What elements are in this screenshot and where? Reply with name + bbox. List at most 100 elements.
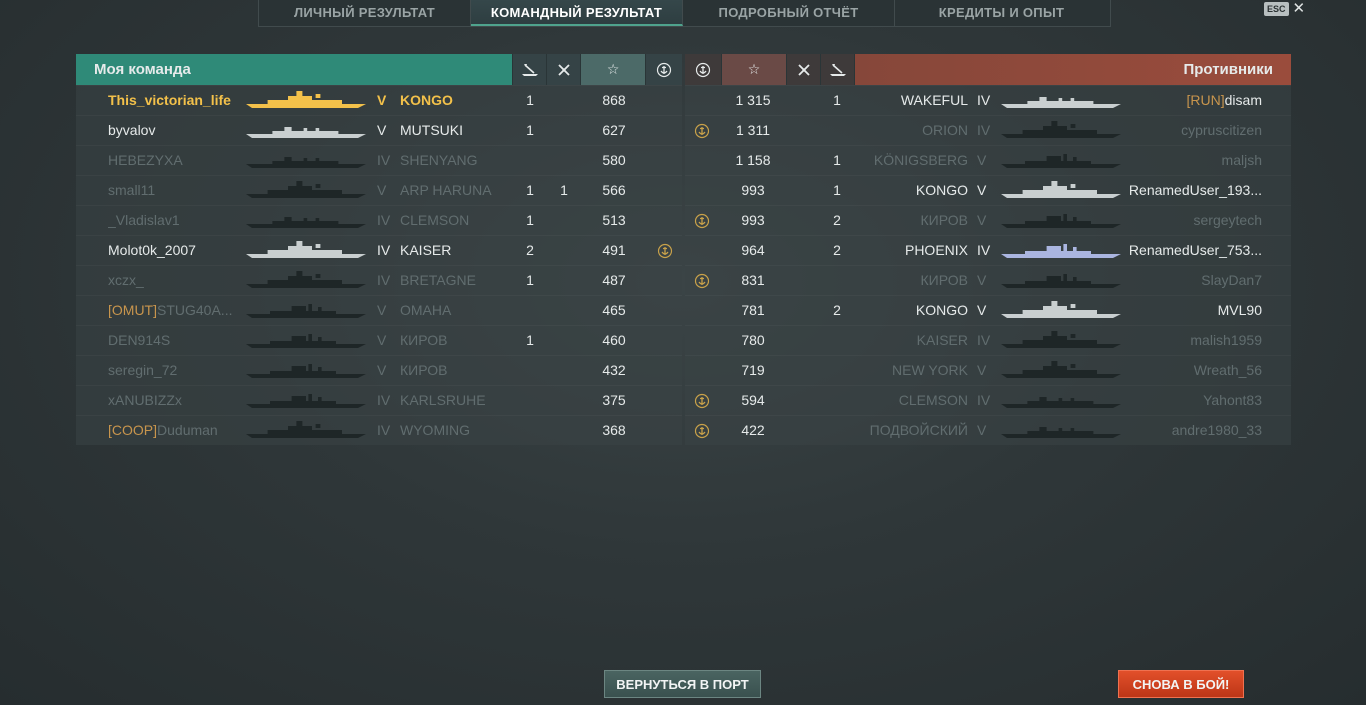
ship-tier: IV	[377, 392, 391, 408]
player-nickname: RenamedUser_753...	[1128, 242, 1262, 258]
player-nickname: xczx_	[108, 272, 144, 288]
player-name: RenamedUser_753...	[1129, 236, 1262, 265]
star-icon[interactable]: ☆	[722, 54, 787, 85]
plane-kills: 1	[560, 182, 568, 198]
enemy-team-player-row[interactable]: 594 CLEMSON IV Yahont83	[685, 385, 1291, 415]
player-score: 781	[741, 302, 765, 318]
enemy-team-rows: 1 315 1 WAKEFUL IV [RUN]disam 1 311 ORIO…	[685, 85, 1291, 445]
ship-silhouette-icon	[1001, 331, 1121, 349]
player-score: 513	[602, 212, 626, 228]
esc-key-hint: ESC	[1264, 2, 1289, 16]
my-team-player-row[interactable]: small11 V ARP HARUNA 1 1 566	[76, 175, 682, 205]
ship-tier: V	[977, 362, 987, 378]
my-team-player-row[interactable]: DEN914S V КИРОВ 1 460	[76, 325, 682, 355]
ship-kills: 2	[526, 242, 534, 258]
my-team-player-row[interactable]: [OMUT]STUG40A... V OMAHA 465	[76, 295, 682, 325]
plane-kill-icon[interactable]	[787, 54, 821, 85]
base-capture-icon	[691, 386, 713, 415]
my-team-player-row[interactable]: This_victorian_life V KONGO 1 868	[76, 85, 682, 115]
player-name: Molot0k_2007	[108, 236, 238, 265]
base-capture-icon	[691, 266, 713, 295]
result-tabs: ЛИЧНЫЙ РЕЗУЛЬТАТ КОМАНДНЫЙ РЕЗУЛЬТАТ ПОД…	[258, 0, 1111, 27]
plane-kill-icon[interactable]	[546, 54, 581, 85]
base-capture-icon[interactable]	[685, 54, 722, 85]
my-team-player-row[interactable]: xANUBIZZx IV KARLSRUHE 375	[76, 385, 682, 415]
player-score: 1 158	[735, 152, 771, 168]
return-to-port-button[interactable]: ВЕРНУТЬСЯ В ПОРТ	[604, 670, 761, 698]
enemy-team-player-row[interactable]: 1 158 1 KÖNIGSBERG V maljsh	[685, 145, 1291, 175]
clan-tag: [RUN]	[1186, 92, 1225, 108]
ship-name: WYOMING	[400, 422, 470, 438]
my-team-player-row[interactable]: _Vladislav1 IV CLEMSON 1 513	[76, 205, 682, 235]
player-score: 780	[741, 332, 765, 348]
enemy-team-player-row[interactable]: 780 KAISER IV malish1959	[685, 325, 1291, 355]
my-team-header: Моя команда ☆	[76, 54, 682, 85]
my-team-player-row[interactable]: Molot0k_2007 IV KAISER 2 491	[76, 235, 682, 265]
player-name: HEBEZYXA	[108, 146, 238, 175]
enemy-team-player-row[interactable]: 781 2 KONGO V MVL90	[685, 295, 1291, 325]
player-nickname: xANUBIZZx	[108, 392, 182, 408]
battle-again-button[interactable]: СНОВА В БОЙ!	[1118, 670, 1244, 698]
ship-name: КИРОВ	[920, 212, 968, 228]
esc-close-group[interactable]: ESC ✕	[1264, 1, 1306, 16]
player-score: 422	[741, 422, 765, 438]
my-team-player-row[interactable]: seregin_72 V КИРОВ 432	[76, 355, 682, 385]
ship-kill-icon[interactable]	[512, 54, 547, 85]
enemy-team-player-row[interactable]: 993 2 КИРОВ V sergeytech	[685, 205, 1291, 235]
player-name: [RUN]disam	[1187, 86, 1262, 115]
player-score: 375	[602, 392, 626, 408]
ship-silhouette-icon	[1001, 151, 1121, 169]
my-team-player-row[interactable]: xczx_ IV BRETAGNE 1 487	[76, 265, 682, 295]
player-nickname: STUG40A...	[157, 302, 233, 318]
enemy-team-player-row[interactable]: 1 315 1 WAKEFUL IV [RUN]disam	[685, 85, 1291, 115]
ship-silhouette-icon	[246, 421, 366, 439]
base-capture-icon[interactable]	[645, 54, 682, 85]
my-team-player-row[interactable]: [COOP]Duduman IV WYOMING 368	[76, 415, 682, 445]
clan-tag: [COOP]	[108, 422, 158, 438]
player-nickname: DEN914S	[108, 332, 171, 348]
enemy-team-player-row[interactable]: 1 311 ORION IV cypruscitizen	[685, 115, 1291, 145]
enemy-team-player-row[interactable]: 422 ПОДВОЙСКИЙ V andre1980_33	[685, 415, 1291, 445]
ship-tier: V	[377, 332, 387, 348]
enemy-team-player-row[interactable]: 831 КИРОВ V SlayDan7	[685, 265, 1291, 295]
ship-name: ORION	[922, 122, 968, 138]
player-name: [COOP]Duduman	[108, 416, 238, 445]
ship-tier: V	[977, 422, 987, 438]
player-name: seregin_72	[108, 356, 238, 385]
ship-kills: 2	[833, 302, 841, 318]
ship-silhouette-icon	[1001, 241, 1121, 259]
player-name: sergeytech	[1194, 206, 1262, 235]
enemy-team-player-row[interactable]: 964 2 PHOENIX IV RenamedUser_753...	[685, 235, 1291, 265]
player-nickname: This_victorian_life	[108, 92, 231, 108]
tab-detailed-report[interactable]: ПОДРОБНЫЙ ОТЧЁТ	[683, 0, 895, 26]
player-score: 465	[602, 302, 626, 318]
player-score: 594	[741, 392, 765, 408]
ship-kill-icon[interactable]	[821, 54, 855, 85]
ship-name: NEW YORK	[892, 362, 968, 378]
my-team-player-row[interactable]: byvalov V MUTSUKI 1 627	[76, 115, 682, 145]
tab-credits-and-xp[interactable]: КРЕДИТЫ И ОПЫТ	[895, 0, 1108, 26]
ship-silhouette-icon	[1001, 271, 1121, 289]
enemy-team-player-row[interactable]: 993 1 KONGO V RenamedUser_193...	[685, 175, 1291, 205]
enemy-team-player-row[interactable]: 719 NEW YORK V Wreath_56	[685, 355, 1291, 385]
player-nickname: _Vladislav1	[108, 212, 180, 228]
player-nickname: disam	[1224, 92, 1262, 108]
ship-silhouette-icon	[246, 331, 366, 349]
tab-personal-result[interactable]: ЛИЧНЫЙ РЕЗУЛЬТАТ	[259, 0, 471, 26]
player-score: 868	[602, 92, 626, 108]
tab-team-result[interactable]: КОМАНДНЫЙ РЕЗУЛЬТАТ	[471, 0, 683, 26]
ship-silhouette-icon	[1001, 121, 1121, 139]
close-icon[interactable]: ✕	[1293, 1, 1306, 16]
ship-silhouette-icon	[246, 301, 366, 319]
star-icon[interactable]: ☆	[580, 54, 646, 85]
ship-tier: V	[977, 272, 987, 288]
my-team-player-row[interactable]: HEBEZYXA IV SHENYANG 580	[76, 145, 682, 175]
player-score: 580	[602, 152, 626, 168]
player-score: 993	[741, 182, 765, 198]
player-nickname: cypruscitizen	[1181, 122, 1262, 138]
player-score: 1 315	[735, 92, 771, 108]
player-name: byvalov	[108, 116, 238, 145]
player-nickname: sergeytech	[1193, 212, 1262, 228]
ship-kills: 1	[526, 332, 534, 348]
ship-name: MUTSUKI	[400, 122, 463, 138]
